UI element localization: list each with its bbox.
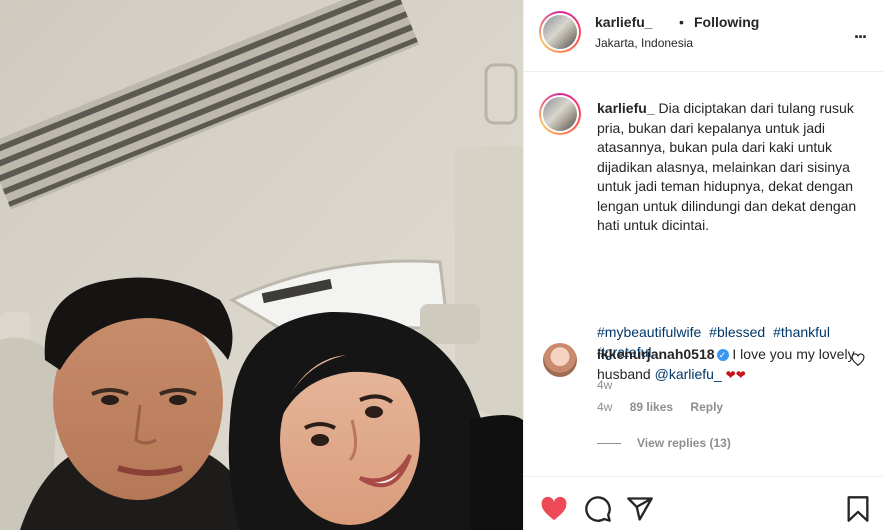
post-viewer: karliefu_ • Following Jakarta, Indonesia… (0, 0, 883, 530)
paper-plane-icon[interactable] (626, 495, 654, 523)
verified-badge-icon: ✓ (716, 349, 729, 361)
author-username[interactable]: karliefu_ (595, 14, 653, 30)
comment-age: 4w (597, 400, 613, 414)
view-replies-button[interactable]: View replies (13) (597, 436, 731, 450)
header-separator: • (679, 14, 684, 30)
replies-divider (597, 443, 621, 445)
following-button[interactable]: Following (694, 14, 759, 30)
post-side-panel: karliefu_ • Following Jakarta, Indonesia… (523, 0, 883, 530)
comment-reply-button[interactable]: Reply (690, 400, 723, 414)
post-location[interactable]: Jakarta, Indonesia (595, 36, 693, 50)
comment-likes-count[interactable]: 89 likes (630, 400, 673, 414)
hashtag-link[interactable]: #blessed (709, 324, 765, 340)
comment-text: ikkenurjanah0518 ✓ I love you my lovely h… (597, 345, 867, 385)
author-avatar[interactable] (539, 11, 581, 53)
hashtag-link[interactable]: #mybeautifulwife (597, 324, 701, 340)
more-options-icon[interactable]: ... (854, 22, 867, 43)
hashtag-link[interactable]: #thankful (773, 324, 830, 340)
comment-hearts-emoji: ❤❤ (725, 367, 746, 382)
commenter-username[interactable]: ikkenurjanah0518 (597, 346, 715, 362)
caption-body: Dia diciptakan dari tulang rusuk pria, b… (597, 100, 857, 233)
post-header: karliefu_ • Following Jakarta, Indonesia… (524, 0, 883, 72)
commenter-avatar[interactable] (543, 343, 577, 377)
heart-filled-icon[interactable] (540, 495, 568, 523)
view-replies-label: View replies (13) (637, 436, 731, 450)
caption-username[interactable]: karliefu_ (597, 100, 655, 116)
post-photo[interactable] (0, 0, 523, 530)
comment-icon[interactable] (584, 495, 612, 523)
caption-author-avatar[interactable] (539, 93, 581, 135)
action-bar (524, 476, 883, 530)
selfie-in-car-image (0, 0, 523, 530)
comment-mention[interactable]: @karliefu_ (655, 366, 722, 382)
comment-meta: 4w 89 likes Reply (597, 400, 737, 414)
caption-text: karliefu_ Dia diciptakan dari tulang rus… (597, 99, 872, 236)
bookmark-icon[interactable] (844, 495, 872, 523)
comment-like-heart-icon[interactable] (851, 353, 865, 367)
